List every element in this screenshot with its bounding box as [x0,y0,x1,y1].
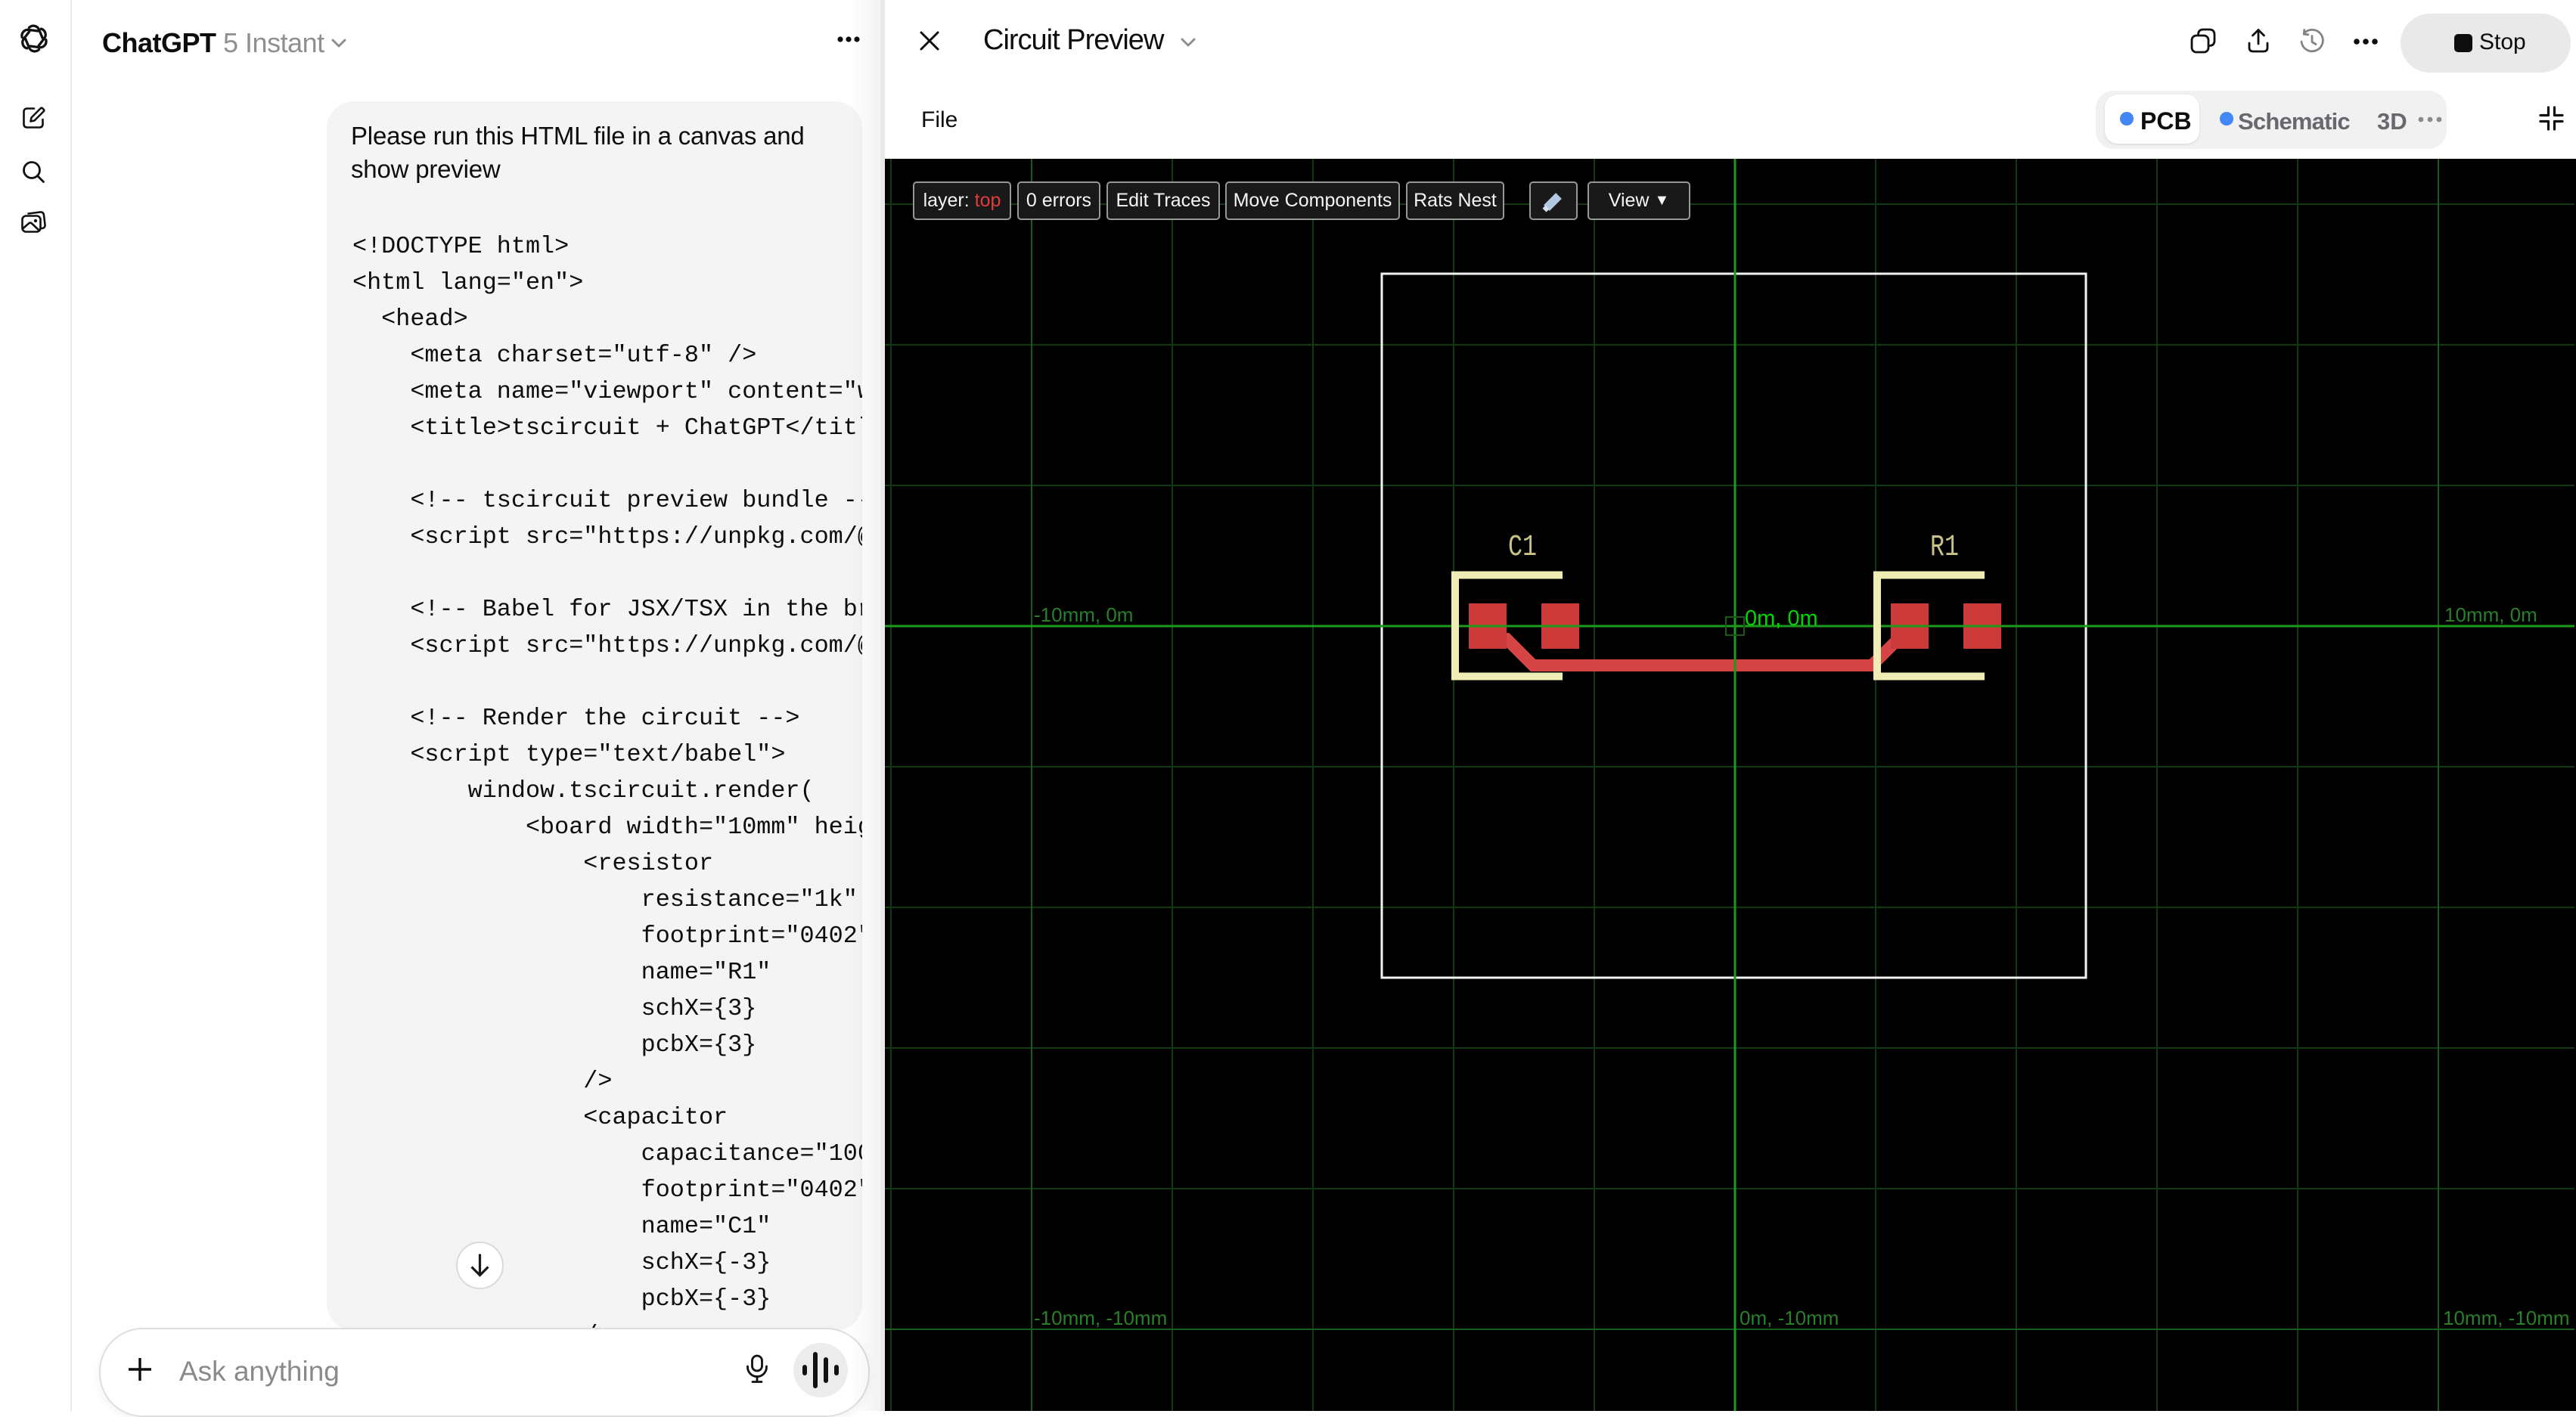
svg-text:0m, -10mm: 0m, -10mm [1740,1307,1839,1329]
svg-text:-10mm, -10mm: -10mm, -10mm [1034,1307,1167,1329]
svg-text:R1: R1 [1930,531,1959,565]
svg-text:10mm, 0m: 10mm, 0m [2444,603,2537,626]
svg-text:-10mm, 0m: -10mm, 0m [1034,603,1133,626]
svg-text:C1: C1 [1508,531,1537,565]
svg-text:10mm, -10mm: 10mm, -10mm [2443,1307,2570,1329]
svg-text:0m, 0m: 0m, 0m [1745,606,1818,631]
